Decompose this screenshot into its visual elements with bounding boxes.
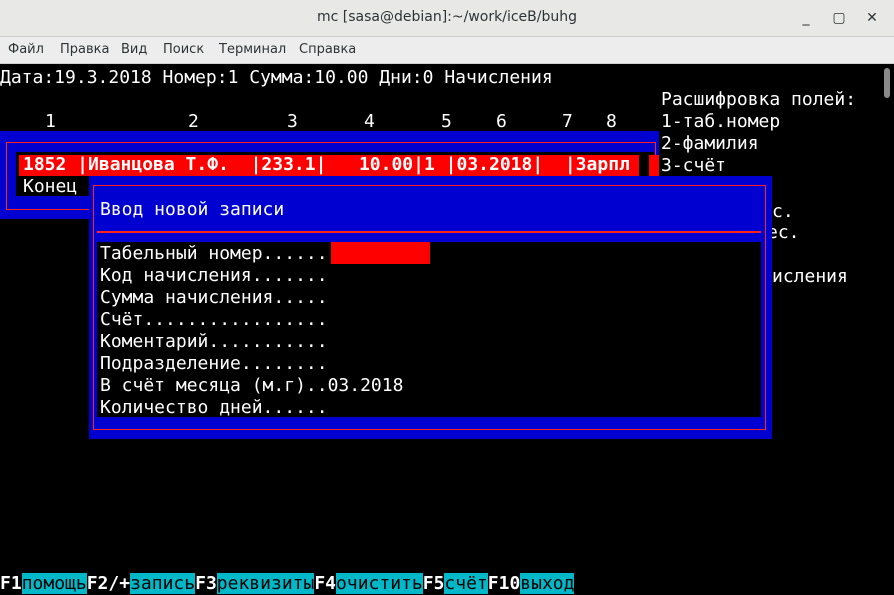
fkey-f1[interactable]: F1 (0, 573, 22, 594)
tab-number-input[interactable] (331, 242, 430, 264)
fkey-f4[interactable]: F4 (314, 573, 336, 594)
table-end-marker: Конец (23, 176, 78, 197)
legend-item-1: 1-таб.номер (661, 111, 781, 132)
fkey-f3[interactable]: F3 (195, 573, 217, 594)
fkey-f3-label[interactable]: реквизиты (216, 573, 315, 594)
dialog-title: Ввод новой записи (100, 199, 285, 220)
row-highlight-edge (649, 155, 659, 176)
fkey-f10-label[interactable]: выход (520, 573, 575, 594)
column-number-6: 6 (496, 111, 507, 132)
column-number-3: 3 (287, 111, 298, 132)
field-days[interactable]: Количество дней...... (100, 397, 328, 419)
window-title: mc [sasa@debian]:~/work/iceB/buhg (317, 9, 577, 25)
table-row[interactable]: 1852 |Иванцова Т.Ф. |233.1| 10.00|1 |03.… (23, 154, 630, 176)
menu-terminal[interactable]: Терминал (219, 42, 286, 57)
fkey-f1-label[interactable]: помощь (21, 573, 87, 594)
column-number-8: 8 (606, 111, 617, 132)
dialog-divider (97, 231, 761, 233)
menu-search[interactable]: Поиск (163, 42, 204, 57)
column-number-1: 1 (45, 111, 56, 132)
header-line: Дата:19.3.2018 Номер:1 Сумма:10.00 Дни:0… (0, 67, 553, 88)
fkey-f2-label[interactable]: запись (130, 573, 196, 594)
fkey-f5-label[interactable]: счёт (444, 573, 488, 594)
menu-view[interactable]: Вид (121, 42, 147, 57)
menu-help[interactable]: Справка (299, 42, 356, 57)
field-account[interactable]: Счёт................. (100, 309, 328, 331)
column-number-5: 5 (441, 111, 452, 132)
field-accrual-amount[interactable]: Сумма начисления..... (100, 287, 328, 309)
legend-item-2: 2-фамилия (661, 133, 759, 154)
menu-bar: Файл Правка Вид Поиск Терминал Справка (0, 37, 894, 64)
close-icon[interactable]: ✕ (860, 6, 884, 30)
terminal-scrollbar[interactable] (881, 64, 894, 595)
menu-file[interactable]: Файл (8, 42, 44, 57)
column-number-2: 2 (188, 111, 199, 132)
legend-partial-6: исления (772, 266, 848, 287)
column-number-7: 7 (562, 111, 573, 132)
legend-title: Расшифровка полей: (661, 89, 857, 110)
field-month[interactable]: В счёт месяца (м.г)..03.2018 (100, 375, 403, 397)
window-titlebar: mc [sasa@debian]:~/work/iceB/buhg _ ▢ ✕ (0, 0, 894, 37)
fkey-f5[interactable]: F5 (423, 573, 445, 594)
fkey-f2[interactable]: F2/+ (87, 573, 130, 594)
maximize-icon[interactable]: ▢ (827, 6, 851, 30)
field-department[interactable]: Подразделение........ (100, 353, 328, 375)
fkey-f4-label[interactable]: очистить (336, 573, 423, 594)
legend-partial-4: с. (772, 201, 794, 222)
field-comment[interactable]: Коментарий........... (100, 331, 328, 353)
field-tab-number: Табельный номер...... (100, 243, 328, 264)
column-number-4: 4 (364, 111, 375, 132)
fkey-f10[interactable]: F10 (488, 573, 521, 594)
legend-item-3: 3-счёт (661, 155, 727, 176)
function-key-bar: F1помощьF2/+записьF3реквизитыF4очиститьF… (0, 573, 575, 595)
menu-edit[interactable]: Правка (60, 42, 109, 57)
field-accrual-code[interactable]: Код начисления....... (100, 265, 328, 287)
minimize-icon[interactable]: _ (794, 6, 818, 30)
scrollbar-thumb[interactable] (884, 68, 890, 98)
